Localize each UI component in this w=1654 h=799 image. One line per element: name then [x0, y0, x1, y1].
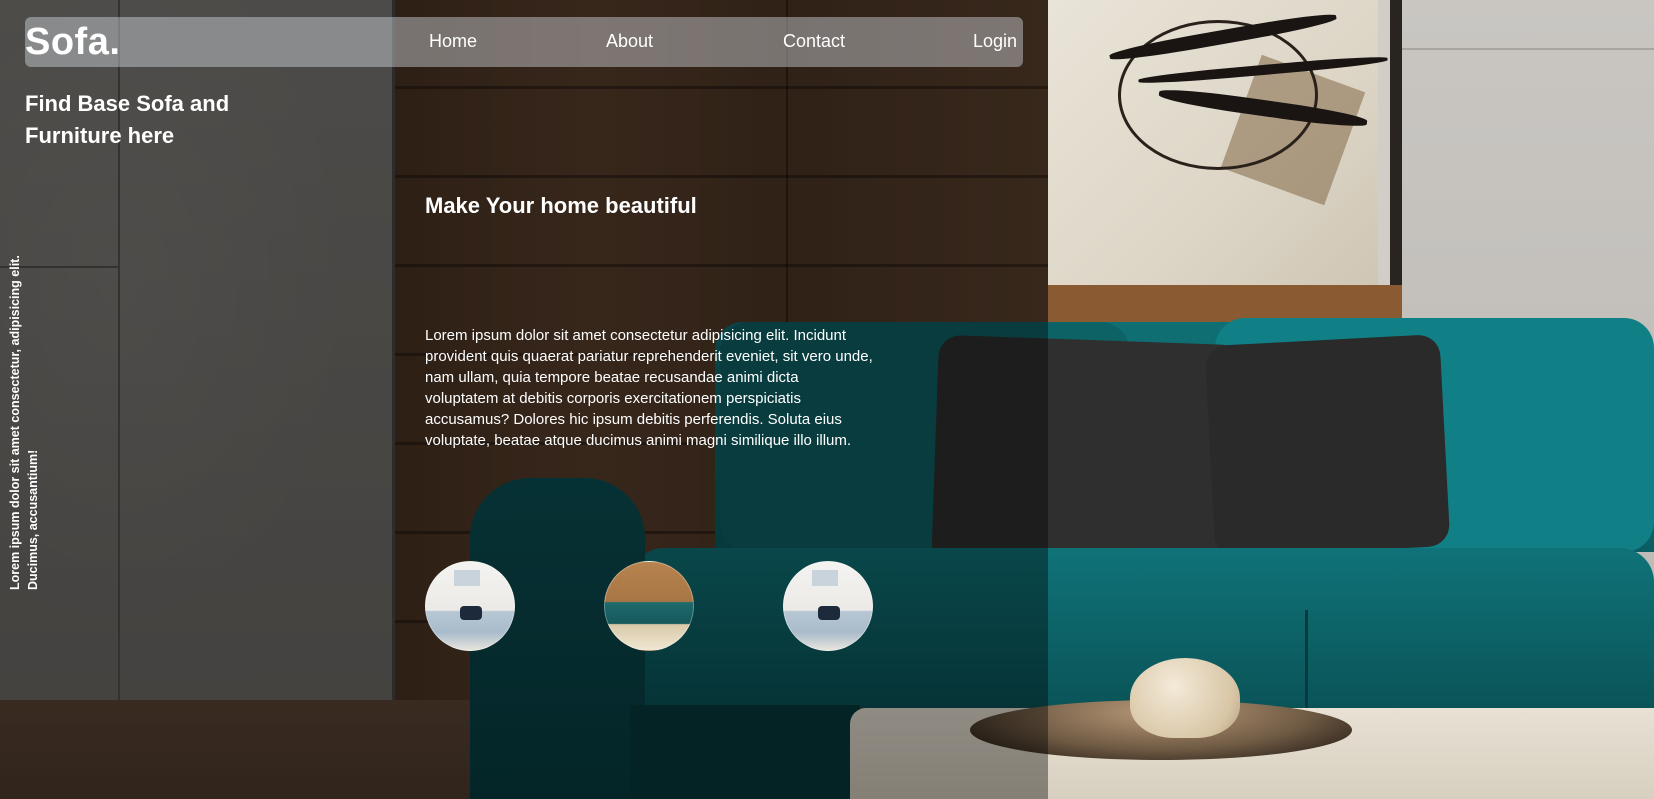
- throw-pillow: [1204, 333, 1451, 559]
- thumbnail-living-room-2[interactable]: [604, 561, 694, 651]
- hero-headline: Make Your home beautiful: [425, 193, 697, 218]
- site-logo[interactable]: Sofa.: [25, 21, 120, 64]
- tagline: Find Base Sofa and Furniture here: [25, 91, 230, 148]
- decor-sphere: [1130, 658, 1240, 738]
- nav-login-link[interactable]: Login: [973, 31, 1017, 52]
- vertical-text: Lorem ipsum dolor sit amet consectetur, …: [8, 255, 40, 590]
- thumbnail-living-room-1[interactable]: [425, 561, 515, 651]
- navbar: Sofa. Home About Contact Login: [25, 17, 1023, 67]
- abstract-artwork: [1048, 0, 1390, 285]
- nav-about-link[interactable]: About: [606, 31, 653, 52]
- hero-paragraph: Lorem ipsum dolor sit amet consectetur a…: [425, 327, 873, 449]
- nav-home-link[interactable]: Home: [429, 31, 477, 52]
- thumbnail-living-room-3[interactable]: [783, 561, 873, 651]
- nav-contact-link[interactable]: Contact: [783, 31, 845, 52]
